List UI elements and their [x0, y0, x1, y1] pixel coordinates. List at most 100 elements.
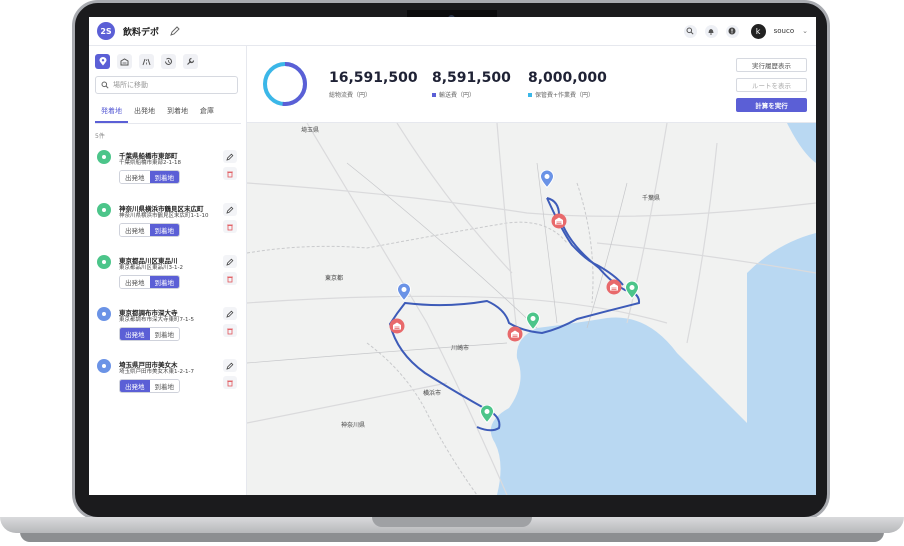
delete-location-icon[interactable] — [223, 324, 237, 337]
map-label-yokohama: 横浜市 — [423, 390, 442, 397]
run-calculation-button[interactable]: 計算を実行 — [736, 98, 807, 112]
road-tool-icon[interactable] — [139, 54, 154, 69]
warehouse-icon[interactable] — [389, 318, 405, 334]
search-icon[interactable] — [683, 24, 697, 38]
cost-donut-chart — [263, 62, 307, 106]
destination-pin-icon[interactable] — [526, 312, 540, 330]
show-route-button[interactable]: ルートを表示 — [736, 78, 807, 92]
warehouse-icon[interactable] — [606, 279, 622, 295]
location-address: 東京都調布市深大寺東町7-1-5 — [119, 317, 194, 323]
tool-row — [89, 46, 246, 69]
location-search[interactable] — [95, 76, 238, 94]
location-list-item[interactable]: 神奈川県横浜市鶴見区末広町 神奈川県横浜市鶴見区末広町1-1-10 出発地 到着地 — [97, 203, 239, 253]
edit-project-icon[interactable] — [169, 25, 181, 37]
app-logo[interactable]: 2S — [97, 22, 115, 40]
history-button[interactable]: 実行履歴表示 — [736, 58, 807, 72]
wrench-tool-icon[interactable] — [183, 54, 198, 69]
location-pin-tool-icon[interactable] — [95, 54, 110, 69]
tab-destinations[interactable]: 到着地 — [161, 102, 194, 123]
location-pin-icon — [97, 255, 111, 269]
map-label-tokyo: 東京都 — [325, 275, 344, 282]
total-cost-label: 総物流費（円） — [329, 92, 372, 99]
history-tool-icon[interactable] — [161, 54, 176, 69]
location-list-item[interactable]: 東京都調布市深大寺 東京都調布市深大寺東町7-1-5 出発地 到着地 — [97, 307, 239, 357]
edit-location-icon[interactable] — [223, 150, 237, 163]
location-list-item[interactable]: 埼玉県戸田市美女木 埼玉県戸田市美女木東1-2-1-7 出発地 到着地 — [97, 359, 239, 409]
point-type-toggle: 出発地 到着地 — [119, 170, 180, 184]
laptop-base-shadow — [20, 532, 884, 542]
set-origin-button[interactable]: 出発地 — [120, 328, 150, 340]
set-destination-button[interactable]: 到着地 — [149, 171, 179, 183]
edit-location-icon[interactable] — [223, 203, 237, 216]
kpi-total: 16,591,500 総物流費（円） — [329, 70, 418, 99]
prefecture-border — [366, 342, 478, 495]
location-list-item[interactable]: 東京都品川区東品川 東京都品川区東品川3-1-2 出発地 到着地 — [97, 255, 239, 305]
delete-location-icon[interactable] — [223, 376, 237, 389]
kpi-storage: 8,000,000 保管費+作業費（円） — [528, 70, 607, 99]
set-destination-button[interactable]: 到着地 — [149, 276, 179, 288]
edit-location-icon[interactable] — [223, 307, 237, 320]
app-screen: 2S 飲料デポ k souco ⌄ 発着地 出発地 到着地 倉庫 — [89, 17, 816, 495]
top-header: 2S 飲料デポ k souco ⌄ — [89, 17, 816, 46]
set-destination-button[interactable]: 到着地 — [149, 224, 179, 236]
location-tabs: 発着地 出発地 到着地 倉庫 — [95, 102, 241, 124]
chevron-down-icon[interactable]: ⌄ — [802, 27, 808, 35]
search-icon — [101, 81, 109, 89]
transport-cost-value: 8,591,500 — [432, 70, 511, 86]
point-type-toggle: 出発地 到着地 — [119, 327, 180, 341]
tab-all-points[interactable]: 発着地 — [95, 102, 128, 123]
tab-origins[interactable]: 出発地 — [128, 102, 161, 123]
set-destination-button[interactable]: 到着地 — [149, 328, 179, 340]
bell-icon[interactable] — [704, 24, 718, 38]
location-list-item[interactable]: 千葉県船橋市東部町 千葉県船橋市東部2-1-18 出発地 到着地 — [97, 150, 239, 200]
storage-legend-swatch — [528, 92, 532, 97]
tab-warehouses[interactable]: 倉庫 — [194, 102, 220, 123]
result-count: 5件 — [95, 133, 105, 140]
edit-location-icon[interactable] — [223, 359, 237, 372]
warehouse-icon[interactable] — [551, 213, 567, 229]
sidebar: 発着地 出発地 到着地 倉庫 5件 千葉県船橋市東部町千葉県船橋市東部2-1-1… — [89, 46, 247, 495]
map-label-saitama: 埼玉県 — [301, 127, 320, 134]
location-search-input[interactable] — [113, 81, 223, 89]
location-address: 神奈川県横浜市鶴見区末広町1-1-10 — [119, 213, 209, 219]
location-pin-icon — [97, 359, 111, 373]
project-name: 飲料デポ — [123, 27, 160, 38]
transport-cost-label: 輸送費（円） — [439, 92, 476, 99]
total-cost-value: 16,591,500 — [329, 70, 418, 86]
edit-location-icon[interactable] — [223, 255, 237, 268]
location-pin-icon — [97, 307, 111, 321]
location-pin-icon — [97, 150, 111, 164]
avatar[interactable]: k — [750, 23, 766, 39]
transport-legend-swatch — [432, 92, 436, 97]
delete-location-icon[interactable] — [223, 167, 237, 180]
warehouse-tool-icon[interactable] — [117, 54, 132, 69]
location-address: 千葉県船橋市東部2-1-18 — [119, 160, 181, 166]
set-origin-button[interactable]: 出発地 — [120, 171, 150, 183]
set-origin-button[interactable]: 出発地 — [120, 224, 150, 236]
pacific-ocean — [747, 233, 816, 495]
destination-pin-icon[interactable] — [625, 281, 639, 299]
destination-pin-icon[interactable] — [480, 405, 494, 423]
set-destination-button[interactable]: 到着地 — [149, 380, 179, 392]
delete-location-icon[interactable] — [223, 272, 237, 285]
laptop-opening-notch — [372, 517, 532, 527]
header-actions: k souco ⌄ — [683, 23, 808, 39]
origin-pin-icon[interactable] — [397, 283, 411, 301]
cost-summary: 16,591,500 総物流費（円） 8,591,500 輸送費（円） 8,00… — [247, 46, 816, 123]
delete-location-icon[interactable] — [223, 220, 237, 233]
storage-cost-label: 保管費+作業費（円） — [535, 92, 595, 99]
map-canvas — [247, 123, 816, 495]
point-type-toggle: 出発地 到着地 — [119, 223, 180, 237]
set-origin-button[interactable]: 出発地 — [120, 276, 150, 288]
prefecture-border — [576, 182, 594, 304]
username[interactable]: souco — [774, 27, 795, 35]
origin-pin-icon[interactable] — [540, 170, 554, 188]
river-water — [787, 123, 816, 163]
location-pin-icon — [97, 203, 111, 217]
point-type-toggle: 出発地 到着地 — [119, 379, 180, 393]
location-address: 埼玉県戸田市美女木東1-2-1-7 — [119, 369, 194, 375]
route-map[interactable]: 埼玉県 東京都 神奈川県 千葉県 横浜市 川崎市 — [247, 123, 816, 495]
warehouse-icon[interactable] — [507, 326, 523, 342]
alert-icon[interactable] — [725, 24, 739, 38]
set-origin-button[interactable]: 出発地 — [120, 380, 150, 392]
